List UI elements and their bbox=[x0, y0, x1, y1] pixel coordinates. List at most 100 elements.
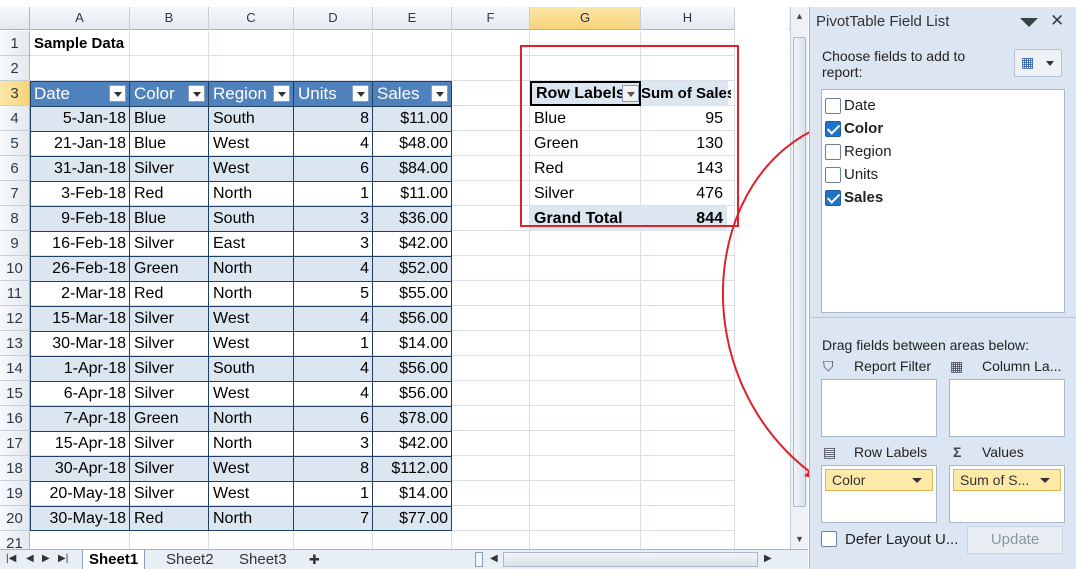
row-header-2[interactable]: 2 bbox=[0, 56, 30, 81]
grid-cell[interactable] bbox=[294, 56, 373, 81]
row-field-chip[interactable]: Color bbox=[825, 469, 933, 491]
grid-cell[interactable] bbox=[530, 506, 641, 531]
table-cell[interactable]: $11.00 bbox=[373, 181, 452, 206]
grid-cell[interactable] bbox=[452, 406, 530, 431]
table-cell[interactable]: Blue bbox=[130, 131, 209, 156]
grid-cell[interactable] bbox=[452, 356, 530, 381]
grid-cell[interactable] bbox=[452, 81, 530, 106]
table-cell[interactable]: 6 bbox=[294, 156, 373, 181]
table-cell[interactable]: Red bbox=[130, 181, 209, 206]
table-cell[interactable]: $56.00 bbox=[373, 356, 452, 381]
hscroll-left-icon[interactable]: ◀ bbox=[490, 553, 498, 564]
grid-cell[interactable] bbox=[452, 281, 530, 306]
row-header-7[interactable]: 7 bbox=[0, 181, 30, 206]
table-cell[interactable]: Silver bbox=[130, 231, 209, 256]
table-cell[interactable]: 1 bbox=[294, 181, 373, 206]
table-cell[interactable]: 31-Jan-18 bbox=[30, 156, 130, 181]
table-cell[interactable]: 4 bbox=[294, 131, 373, 156]
table-cell[interactable]: North bbox=[209, 256, 294, 281]
table-cell[interactable]: 7 bbox=[294, 506, 373, 531]
row-header-8[interactable]: 8 bbox=[0, 206, 30, 231]
checkbox-checked-icon[interactable] bbox=[825, 121, 841, 137]
table-cell[interactable]: West bbox=[209, 306, 294, 331]
grid-cell[interactable] bbox=[452, 56, 530, 81]
grid-cell[interactable] bbox=[641, 231, 735, 256]
row-header-16[interactable]: 16 bbox=[0, 406, 30, 431]
grid-cell[interactable] bbox=[209, 31, 294, 56]
column-labels-area[interactable] bbox=[949, 379, 1065, 437]
grid-cell[interactable] bbox=[641, 481, 735, 506]
table-cell[interactable]: 8 bbox=[294, 106, 373, 131]
grid-cell[interactable] bbox=[641, 381, 735, 406]
table-cell[interactable]: 20-May-18 bbox=[30, 481, 130, 506]
table-cell[interactable]: $112.00 bbox=[373, 456, 452, 481]
table-cell[interactable]: 30-Apr-18 bbox=[30, 456, 130, 481]
sheet-title[interactable]: Sample Data bbox=[30, 31, 190, 56]
tab-sheet3[interactable]: Sheet3 bbox=[233, 550, 293, 569]
row-header-9[interactable]: 9 bbox=[0, 231, 30, 256]
grid-cell[interactable] bbox=[530, 456, 641, 481]
grid-cell[interactable] bbox=[641, 331, 735, 356]
table-cell[interactable]: $56.00 bbox=[373, 306, 452, 331]
row-header-14[interactable]: 14 bbox=[0, 356, 30, 381]
table-cell[interactable]: 2-Mar-18 bbox=[30, 281, 130, 306]
grid-cell[interactable] bbox=[452, 206, 530, 231]
table-cell[interactable]: 4 bbox=[294, 306, 373, 331]
insert-sheet-icon[interactable]: ✚ bbox=[303, 550, 326, 569]
column-header-b[interactable]: B bbox=[130, 7, 209, 30]
table-header-date[interactable]: Date bbox=[30, 81, 130, 106]
table-cell[interactable]: North bbox=[209, 281, 294, 306]
table-cell[interactable]: 15-Apr-18 bbox=[30, 431, 130, 456]
table-cell[interactable]: 6-Apr-18 bbox=[30, 381, 130, 406]
table-cell[interactable]: West bbox=[209, 156, 294, 181]
table-cell[interactable]: Red bbox=[130, 281, 209, 306]
row-header-18[interactable]: 18 bbox=[0, 456, 30, 481]
table-header-sales[interactable]: Sales bbox=[373, 81, 452, 106]
column-header-c[interactable]: C bbox=[209, 7, 294, 30]
table-header-color[interactable]: Color bbox=[130, 81, 209, 106]
grid-cell[interactable] bbox=[294, 31, 373, 56]
grid-cell[interactable] bbox=[373, 31, 452, 56]
filter-dropdown-icon[interactable] bbox=[352, 85, 369, 102]
value-field-chip[interactable]: Sum of S... bbox=[953, 469, 1061, 491]
table-cell[interactable]: South bbox=[209, 356, 294, 381]
table-cell[interactable]: North bbox=[209, 506, 294, 531]
row-header-15[interactable]: 15 bbox=[0, 381, 30, 406]
grid-cell[interactable] bbox=[530, 281, 641, 306]
grid-cell[interactable] bbox=[530, 481, 641, 506]
table-cell[interactable]: Red bbox=[130, 506, 209, 531]
table-header-region[interactable]: Region bbox=[209, 81, 294, 106]
grid-cell[interactable] bbox=[30, 56, 130, 81]
grid-cell[interactable] bbox=[452, 306, 530, 331]
grid-cell[interactable] bbox=[641, 306, 735, 331]
table-cell[interactable]: 30-Mar-18 bbox=[30, 331, 130, 356]
hscroll-right-icon[interactable]: ▶ bbox=[764, 553, 772, 564]
table-cell[interactable]: 15-Mar-18 bbox=[30, 306, 130, 331]
table-cell[interactable]: South bbox=[209, 106, 294, 131]
grid-cell[interactable] bbox=[641, 356, 735, 381]
grid-cell[interactable] bbox=[452, 131, 530, 156]
table-cell[interactable]: 21-Jan-18 bbox=[30, 131, 130, 156]
table-cell[interactable]: South bbox=[209, 206, 294, 231]
filter-dropdown-icon[interactable] bbox=[431, 85, 448, 102]
grid-cell[interactable] bbox=[530, 406, 641, 431]
grid-cell[interactable] bbox=[452, 106, 530, 131]
column-header-e[interactable]: E bbox=[373, 7, 452, 30]
table-cell[interactable]: West bbox=[209, 381, 294, 406]
table-cell[interactable]: West bbox=[209, 331, 294, 356]
table-cell[interactable]: $42.00 bbox=[373, 431, 452, 456]
table-cell[interactable]: Silver bbox=[130, 306, 209, 331]
table-cell[interactable]: 16-Feb-18 bbox=[30, 231, 130, 256]
row-header-6[interactable]: 6 bbox=[0, 156, 30, 181]
table-cell[interactable]: $42.00 bbox=[373, 231, 452, 256]
filter-dropdown-icon[interactable] bbox=[188, 85, 205, 102]
table-cell[interactable]: $84.00 bbox=[373, 156, 452, 181]
scroll-up-icon[interactable]: ▲ bbox=[795, 11, 804, 21]
checkbox-icon[interactable] bbox=[825, 98, 841, 114]
grid-cell[interactable] bbox=[130, 56, 209, 81]
table-header-units[interactable]: Units bbox=[294, 81, 373, 106]
table-cell[interactable]: Silver bbox=[130, 331, 209, 356]
row-header-20[interactable]: 20 bbox=[0, 506, 30, 531]
table-cell[interactable]: North bbox=[209, 181, 294, 206]
table-cell[interactable]: 6 bbox=[294, 406, 373, 431]
